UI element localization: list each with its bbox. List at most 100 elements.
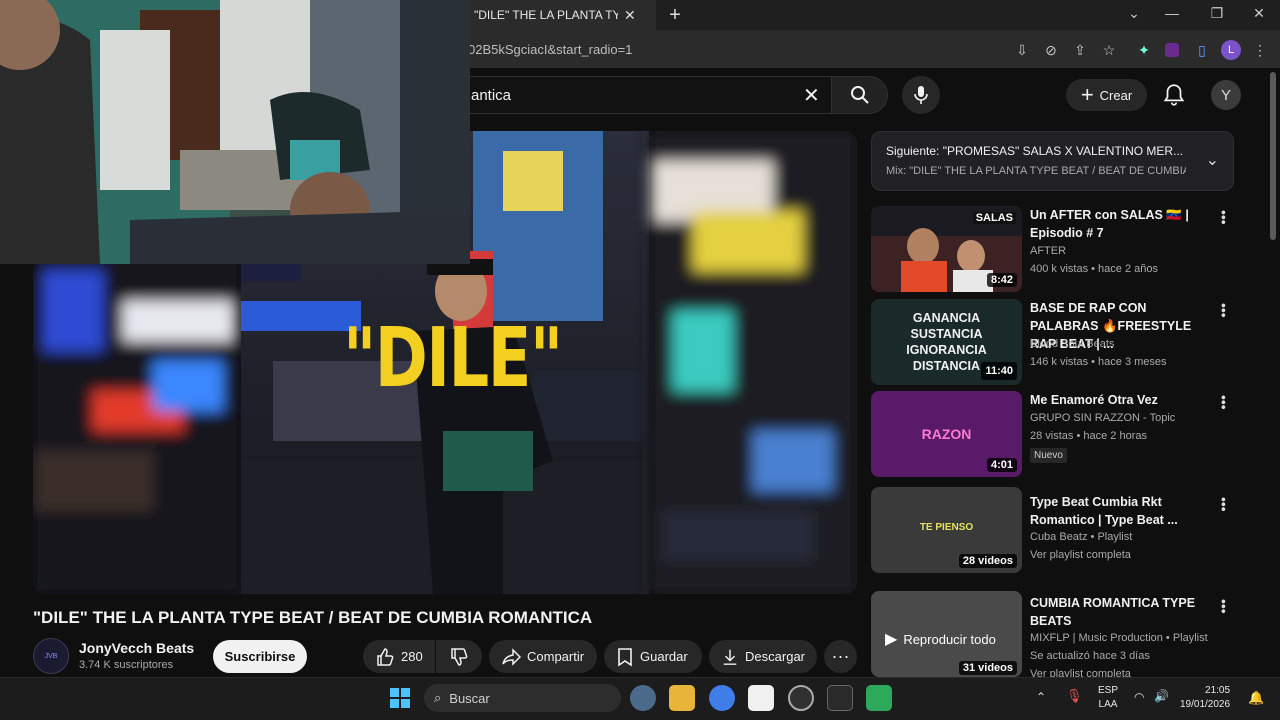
more-vertical-icon[interactable]: ••• [1216, 497, 1232, 512]
chevron-up-icon[interactable]: ⌃ [1036, 690, 1046, 704]
video-thumbnail[interactable]: SALAS 8:42 [871, 206, 1022, 292]
obs-icon[interactable] [788, 685, 814, 711]
thumbnail-text: GANANCIA [912, 311, 981, 325]
more-vertical-icon[interactable]: ••• [1216, 599, 1231, 614]
windows-start-icon[interactable] [390, 688, 410, 708]
channel-avatar[interactable]: JVB [33, 638, 69, 674]
taskbar-search-placeholder: Buscar [449, 690, 490, 706]
new-tab-icon[interactable]: + [664, 4, 686, 27]
system-clock[interactable]: 21:05 19/01/2026 [1180, 684, 1230, 712]
more-vertical-icon[interactable]: ••• [1216, 395, 1232, 410]
notifications-bell-icon[interactable] [1161, 82, 1187, 108]
like-count: 280 [401, 649, 423, 664]
microphone-tray-icon[interactable]: 🎙 [1066, 688, 1083, 704]
thumbs-up-icon [377, 647, 394, 666]
settings-app-icon[interactable] [630, 685, 656, 711]
play-all-label: Reproducir todo [903, 631, 996, 647]
duration-badge: 11:40 [981, 362, 1017, 380]
dislike-button[interactable] [436, 640, 482, 673]
recommended-video[interactable]: SALAS 8:42 Un AFTER con SALAS 🇻🇪 | Episo… [871, 206, 1232, 292]
clear-search-icon[interactable]: ✕ [791, 76, 832, 114]
subscribe-button[interactable]: Suscribirse [213, 640, 307, 673]
close-tab-icon[interactable]: ✕ [624, 7, 636, 24]
recommended-video[interactable]: RAZON 4:01 Me Enamoré Otra Vez GRUPO SIN… [871, 391, 1232, 477]
notification-center-icon[interactable]: 🔔 [1248, 690, 1264, 706]
chrome-browser-icon[interactable] [709, 685, 735, 711]
create-button[interactable]: + Crear [1066, 79, 1147, 111]
extension-icon[interactable]: ✦ [1134, 40, 1154, 60]
wifi-icon[interactable]: ◠ [1134, 690, 1144, 704]
share-button[interactable]: Compartir [489, 640, 597, 673]
like-button[interactable]: 280 [363, 640, 435, 673]
capcut-icon[interactable] [748, 685, 774, 711]
play-icon: ▶ [885, 631, 898, 648]
search-input[interactable]: antica [468, 76, 792, 114]
recommended-playlist[interactable]: ▶ Reproducir todo 31 videos CUMBIA ROMAN… [871, 591, 1231, 677]
account-avatar[interactable]: Y [1211, 80, 1241, 110]
bookmark-icon[interactable]: ☆ [1099, 40, 1119, 60]
video-stats: 146 k vistas • hace 3 meses [1030, 356, 1167, 368]
playlist-thumbnail[interactable]: TE PIENSO 28 videos [871, 487, 1022, 573]
subscriber-count: 3.74 K suscriptores [79, 659, 174, 671]
more-actions-button[interactable]: ··· [824, 640, 857, 673]
playlist-title: Type Beat Cumbia Rkt Romantico | Type Be… [1030, 495, 1178, 527]
thumbnail-text: SUSTANCIA [910, 327, 983, 341]
more-vertical-icon[interactable]: ••• [1216, 303, 1232, 318]
search-icon: ⌕ [434, 690, 442, 705]
video-thumbnail[interactable]: GANANCIA SUSTANCIA IGNORANCIA DISTANCIA … [871, 299, 1022, 385]
up-next-title: Siguiente: "PROMESAS" SALAS X VALENTINO … [886, 144, 1184, 158]
search-button[interactable] [831, 76, 888, 114]
share-icon [502, 647, 521, 666]
channel-name: Blood Soul Beats [1030, 338, 1115, 350]
voice-search-button[interactable] [902, 76, 940, 114]
mix-up-next-panel[interactable]: Siguiente: "PROMESAS" SALAS X VALENTINO … [871, 131, 1234, 191]
download-icon [723, 649, 737, 665]
webcam-overlay [0, 0, 470, 264]
search-icon [850, 86, 869, 104]
close-window-icon[interactable]: ✕ [1247, 5, 1271, 25]
recommended-video[interactable]: GANANCIA SUSTANCIA IGNORANCIA DISTANCIA … [871, 299, 1232, 385]
view-playlist-link[interactable]: Ver playlist completa [1030, 549, 1131, 561]
browser-tab[interactable]: "DILE" THE LA PLANTA TYPE ✕ [468, 0, 656, 30]
minimize-icon[interactable]: — [1160, 5, 1184, 25]
more-vertical-icon[interactable]: ••• [1216, 210, 1232, 225]
file-explorer-icon[interactable] [669, 685, 695, 711]
keyboard-layout: LAA [1098, 699, 1118, 710]
clock-date: 19/01/2026 [1180, 699, 1231, 710]
page-scrollbar[interactable] [1270, 72, 1276, 240]
tab-search-icon[interactable]: ⌄ [1122, 5, 1146, 25]
taskbar-search[interactable]: ⌕ Buscar [424, 684, 621, 712]
extension-purple-icon[interactable] [1162, 40, 1182, 60]
video-count-badge: 28 videos [958, 554, 1017, 568]
menu-icon[interactable]: ⋮ [1250, 40, 1270, 60]
recommended-playlist[interactable]: TE PIENSO 28 videos Type Beat Cumbia Rkt… [871, 487, 1232, 577]
profile-icon[interactable]: L [1221, 40, 1241, 60]
terminal-icon[interactable] [827, 685, 853, 711]
channel-name: Cuba Beatz • Playlist [1030, 531, 1133, 543]
download-button[interactable]: Descargar [709, 640, 817, 673]
thumbnail-text: TE PIENSO [919, 521, 974, 533]
video-thumbnail[interactable]: RAZON 4:01 [871, 391, 1022, 477]
eye-off-icon[interactable]: ⊘ [1041, 40, 1061, 60]
app-green-icon[interactable] [866, 685, 892, 711]
chevron-down-icon[interactable]: ⌄ [1206, 150, 1219, 170]
view-playlist-link[interactable]: Ver playlist completa [1030, 668, 1131, 677]
language-indicator[interactable]: ESP LAA [1098, 684, 1118, 712]
channel-name: MIXFLP | Music Production • Playlist [1030, 632, 1208, 644]
playlist-thumbnail[interactable]: ▶ Reproducir todo 31 videos [871, 591, 1022, 677]
save-label: Guardar [640, 649, 688, 664]
save-button[interactable]: Guardar [604, 640, 702, 673]
play-all-overlay[interactable]: ▶ Reproducir todo [885, 629, 996, 649]
volume-icon[interactable]: 🔊 [1154, 689, 1169, 703]
download-label: Descargar [745, 649, 805, 664]
side-panel-icon[interactable]: ▯ [1192, 40, 1212, 60]
tab-title: "DILE" THE LA PLANTA TYPE [474, 8, 618, 22]
recommended-title: Me Enamoré Otra Vez [1030, 393, 1158, 407]
channel-name[interactable]: JonyVecch Beats [79, 640, 194, 656]
maximize-icon[interactable]: ❐ [1205, 5, 1229, 25]
install-icon[interactable]: ⇩ [1012, 40, 1032, 60]
url-text[interactable]: 02B5kSgciacI&start_radio=1 [468, 42, 632, 57]
share-page-icon[interactable]: ⇪ [1070, 40, 1090, 60]
search-box[interactable]: antica ✕ [468, 76, 888, 114]
playlist-title: CUMBIA ROMANTICA TYPE BEATS [1030, 596, 1196, 628]
